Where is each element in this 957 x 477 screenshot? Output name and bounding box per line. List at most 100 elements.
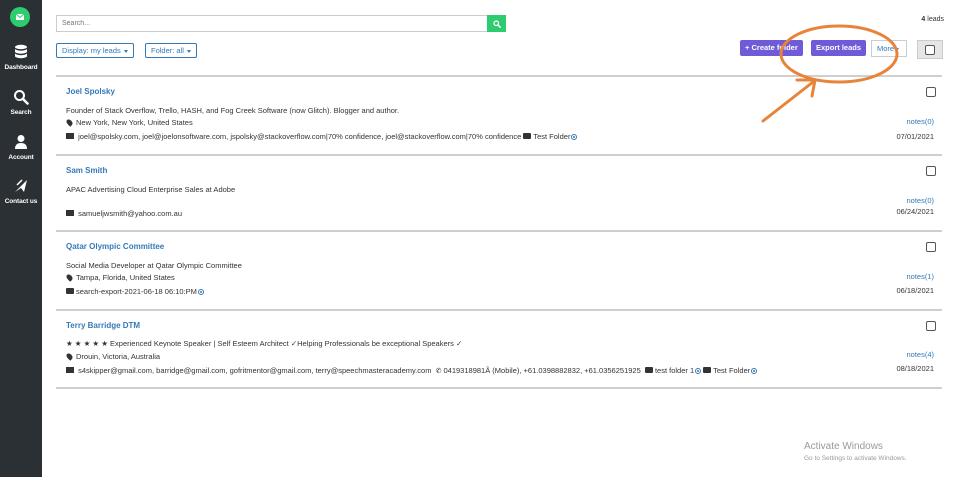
more-dropdown[interactable]: More xyxy=(871,40,907,57)
caret-down-icon xyxy=(895,47,900,51)
lead-row: Qatar Olympic Committee Social Media Dev… xyxy=(56,242,942,304)
lead-checkbox[interactable] xyxy=(926,166,936,176)
lead-folder-line: search-export-2021-06-18 06:10:PM xyxy=(66,287,204,296)
divider xyxy=(56,154,942,156)
lead-contact-line: samueljwsmith@yahoo.com.au xyxy=(66,209,182,218)
lead-folder[interactable]: search-export-2021-06-18 06:10:PM xyxy=(76,287,197,296)
folder-icon xyxy=(703,367,712,374)
lead-date: 06/18/2021 xyxy=(896,286,934,295)
lead-checkbox[interactable] xyxy=(926,242,936,252)
search-icon xyxy=(14,90,29,105)
lead-date: 07/01/2021 xyxy=(896,132,934,141)
folder-dropdown-label: Folder: all xyxy=(151,46,184,55)
lead-checkbox[interactable] xyxy=(926,321,936,331)
caret-down-icon xyxy=(186,49,191,53)
search-icon xyxy=(492,19,501,28)
folder-icon xyxy=(523,133,532,140)
sidebar-item-label: Contact us xyxy=(4,198,38,205)
sidebar-item-dashboard[interactable]: Dashboard xyxy=(0,44,42,71)
lead-count-label: leads xyxy=(927,16,944,23)
user-icon xyxy=(15,135,27,149)
database-icon xyxy=(15,44,27,59)
lead-count-number: 4 xyxy=(921,16,926,23)
lead-folder[interactable]: Test Folder xyxy=(713,366,750,375)
lead-name[interactable]: Terry Barridge DTM xyxy=(66,321,140,330)
remove-folder-icon[interactable] xyxy=(197,289,204,296)
sidebar-item-label: Dashboard xyxy=(4,64,38,71)
lead-location-text: New York, New York, United States xyxy=(76,118,193,127)
sidebar-item-label: Account xyxy=(8,154,34,161)
lead-name[interactable]: Joel Spolsky xyxy=(66,87,115,96)
map-marker-icon xyxy=(65,117,74,127)
sidebar: Dashboard Search Account Contact us xyxy=(0,0,42,477)
lead-row: Sam Smith APAC Advertising Cloud Enterpr… xyxy=(56,166,942,226)
lead-row: Terry Barridge DTM ★ ★ ★ ★ ★ Experienced… xyxy=(56,321,942,383)
lead-headline: ★ ★ ★ ★ ★ Experienced Keynote Speaker | … xyxy=(66,339,463,348)
lead-location-text: Drouin, Victoria, Australia xyxy=(76,352,161,361)
search-button[interactable] xyxy=(487,15,506,32)
lead-phones: 0419318981Â (Mobile), +61.0398882832, +6… xyxy=(443,366,641,375)
sidebar-item-account[interactable]: Account xyxy=(0,134,42,161)
search-input[interactable] xyxy=(56,15,487,32)
lead-location: New York, New York, United States xyxy=(65,117,193,127)
lead-contact-line: joel@spolsky.com, joel@joelonsoftware.co… xyxy=(66,132,578,141)
caret-down-icon xyxy=(123,49,128,53)
create-folder-label: Create folder xyxy=(751,43,798,52)
remove-folder-icon[interactable] xyxy=(751,368,758,375)
sidebar-item-contact[interactable]: Contact us xyxy=(0,178,42,205)
lead-headline: Founder of Stack Overflow, Trello, HASH,… xyxy=(66,106,400,115)
lead-location: Tampa, Florida, United States xyxy=(65,272,175,282)
lead-emails: s4skipper@gmail.com, barridge@gmail.com,… xyxy=(78,366,432,375)
envelope-icon xyxy=(66,210,74,217)
display-dropdown[interactable]: Display: my leads xyxy=(56,43,134,58)
lead-date: 06/24/2021 xyxy=(896,207,934,216)
lead-row: Joel Spolsky Founder of Stack Overflow, … xyxy=(56,87,942,152)
divider xyxy=(56,309,942,311)
lead-headline: APAC Advertising Cloud Enterprise Sales … xyxy=(66,185,236,194)
activate-windows-subtitle: Go to Settings to activate Windows. xyxy=(804,455,907,462)
more-label: More xyxy=(877,44,895,53)
lead-count: 4 leads xyxy=(921,16,944,23)
display-dropdown-label: Display: my leads xyxy=(62,46,121,55)
create-folder-button[interactable]: + Create folder xyxy=(740,40,803,56)
envelope-icon xyxy=(66,133,74,140)
sidebar-item-search[interactable]: Search xyxy=(0,89,42,116)
lead-name[interactable]: Sam Smith xyxy=(66,166,107,175)
map-marker-icon xyxy=(65,272,74,282)
phone-icon: ✆ xyxy=(435,368,442,375)
divider xyxy=(56,387,942,389)
divider xyxy=(56,75,942,77)
folder-dropdown[interactable]: Folder: all xyxy=(145,43,197,58)
folder-icon xyxy=(66,288,74,295)
remove-folder-icon[interactable] xyxy=(695,368,702,375)
lead-emails: samueljwsmith@yahoo.com.au xyxy=(78,209,182,218)
search-bar xyxy=(56,15,506,32)
lead-date: 08/18/2021 xyxy=(896,364,934,373)
lead-location-text: Tampa, Florida, United States xyxy=(76,273,175,282)
main-content: 4 leads Display: my leads Folder: all + … xyxy=(42,0,957,477)
divider xyxy=(56,230,942,232)
chat-mail-icon[interactable] xyxy=(10,7,30,27)
lead-notes-link[interactable]: notes(0) xyxy=(906,196,934,205)
lead-notes-link[interactable]: notes(1) xyxy=(906,272,934,281)
export-leads-button[interactable]: Export leads xyxy=(811,40,867,56)
lead-folder[interactable]: Test Folder xyxy=(533,132,570,141)
export-leads-label: Export leads xyxy=(816,43,862,52)
select-all-checkbox[interactable] xyxy=(925,44,935,55)
map-marker-icon xyxy=(65,351,74,361)
lead-folder[interactable]: test folder 1 xyxy=(655,366,694,375)
paper-plane-icon xyxy=(15,179,27,192)
lead-headline: Social Media Developer at Qatar Olympic … xyxy=(66,261,242,270)
lead-emails: joel@spolsky.com, joel@joelonsoftware.co… xyxy=(78,132,522,141)
lead-checkbox[interactable] xyxy=(926,87,936,97)
remove-folder-icon[interactable] xyxy=(571,134,578,141)
sidebar-item-label: Search xyxy=(10,109,32,116)
lead-name[interactable]: Qatar Olympic Committee xyxy=(66,242,164,251)
lead-notes-link[interactable]: notes(4) xyxy=(906,350,934,359)
envelope-icon xyxy=(66,367,74,374)
plus-icon: + xyxy=(745,43,750,52)
select-all-button[interactable] xyxy=(917,40,943,59)
lead-notes-link[interactable]: notes(0) xyxy=(906,117,934,126)
lead-contact-line: s4skipper@gmail.com, barridge@gmail.com,… xyxy=(66,366,758,375)
lead-location: Drouin, Victoria, Australia xyxy=(65,351,161,361)
